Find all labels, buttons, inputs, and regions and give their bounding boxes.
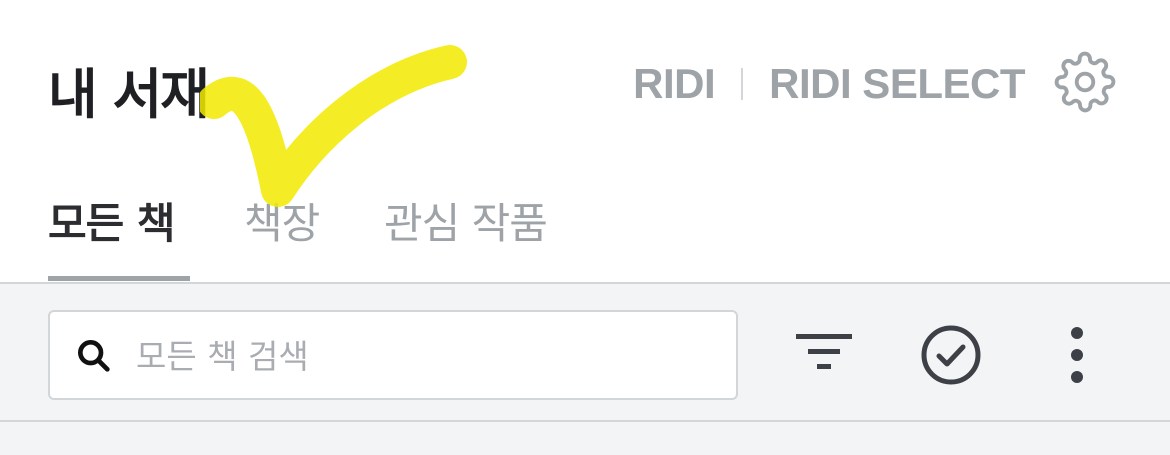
tab-bookshelf[interactable]: 책장 (244, 190, 320, 282)
ridi-select-link[interactable]: RIDI SELECT (769, 60, 1025, 108)
settings-button[interactable] (1054, 51, 1116, 113)
link-divider (741, 68, 744, 100)
gear-icon (1054, 51, 1116, 113)
select-button[interactable] (914, 318, 988, 392)
check-circle-icon (921, 325, 981, 385)
search-input[interactable] (134, 328, 718, 384)
tab-all-books[interactable]: 모든 책 (48, 190, 176, 282)
filter-button[interactable] (790, 324, 860, 380)
toolbar (0, 282, 1170, 422)
filter-icon (796, 334, 852, 369)
service-links: RIDI RIDI SELECT (633, 60, 1025, 108)
search-icon (78, 340, 110, 372)
tab-wishlist[interactable]: 관심 작품 (384, 190, 548, 282)
page-title: 내 서재 (48, 63, 210, 126)
content-area (0, 422, 1170, 455)
more-vertical-icon (1071, 327, 1083, 383)
header: 내 서재 RIDI RIDI SELECT (0, 0, 1170, 160)
more-options-button[interactable] (1050, 318, 1104, 392)
search-box[interactable] (48, 310, 738, 400)
ridi-link[interactable]: RIDI (633, 60, 716, 108)
active-tab-indicator (48, 276, 190, 281)
